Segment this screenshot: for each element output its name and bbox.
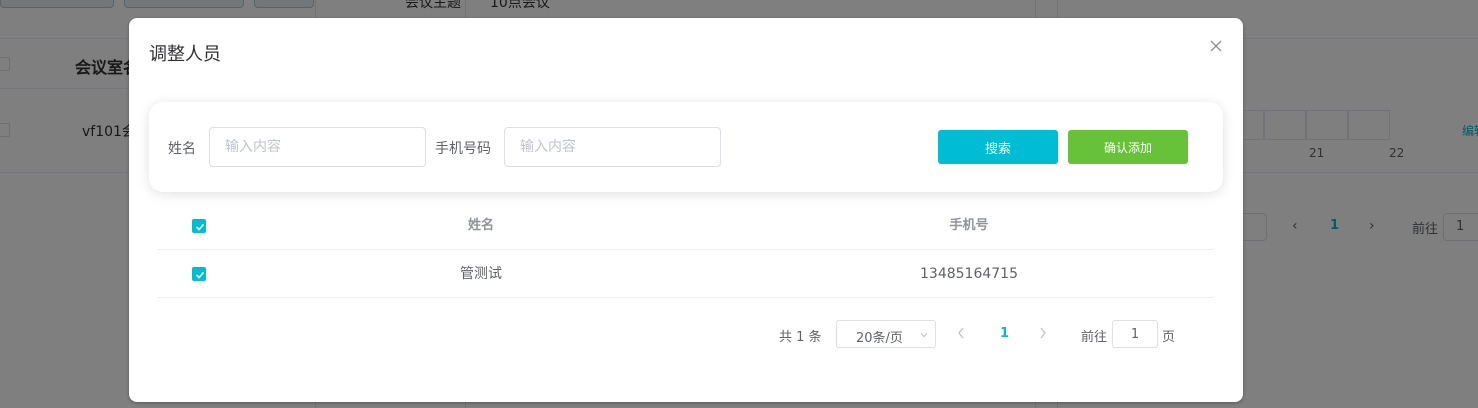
name-search-input[interactable]	[209, 127, 426, 167]
column-header-phone: 手机号	[949, 218, 989, 233]
adjust-members-dialog: 调整人员 姓名 手机号码 搜索 确认添加 姓名 手机号 管测试 13485164…	[129, 18, 1243, 402]
column-header-name: 姓名	[467, 218, 494, 233]
page-size-select[interactable]: 20条/页	[836, 320, 936, 348]
dialog-title: 调整人员	[149, 44, 221, 65]
pagination-total: 共 1 条	[779, 330, 822, 345]
row-name-cell: 管测试	[460, 266, 502, 282]
row-checkbox[interactable]	[192, 267, 206, 281]
pagination: 共 1 条 20条/页 1 前往 页	[129, 320, 1243, 348]
name-label: 姓名	[168, 141, 196, 157]
phone-label: 手机号码	[435, 141, 491, 157]
search-panel: 姓名 手机号码 搜索 确认添加	[149, 102, 1223, 192]
chevron-down-icon	[919, 329, 929, 344]
table-header-row: 姓名 手机号	[158, 202, 1214, 250]
select-all-checkbox[interactable]	[192, 219, 206, 233]
confirm-add-button[interactable]: 确认添加	[1068, 130, 1188, 164]
table-row[interactable]: 管测试 13485164715	[158, 250, 1214, 298]
goto-suffix: 页	[1162, 330, 1176, 345]
next-page-icon[interactable]	[1038, 326, 1048, 344]
goto-label: 前往	[1081, 330, 1108, 345]
row-phone-cell: 13485164715	[920, 266, 1018, 282]
close-icon[interactable]	[1206, 36, 1226, 56]
goto-page-input[interactable]	[1112, 320, 1158, 348]
page-size-value: 20条/页	[856, 331, 903, 346]
current-page-number[interactable]: 1	[1000, 326, 1009, 341]
phone-search-input[interactable]	[504, 127, 721, 167]
prev-page-icon[interactable]	[956, 326, 966, 344]
members-table: 姓名 手机号 管测试 13485164715	[158, 202, 1214, 298]
search-button[interactable]: 搜索	[938, 130, 1058, 164]
